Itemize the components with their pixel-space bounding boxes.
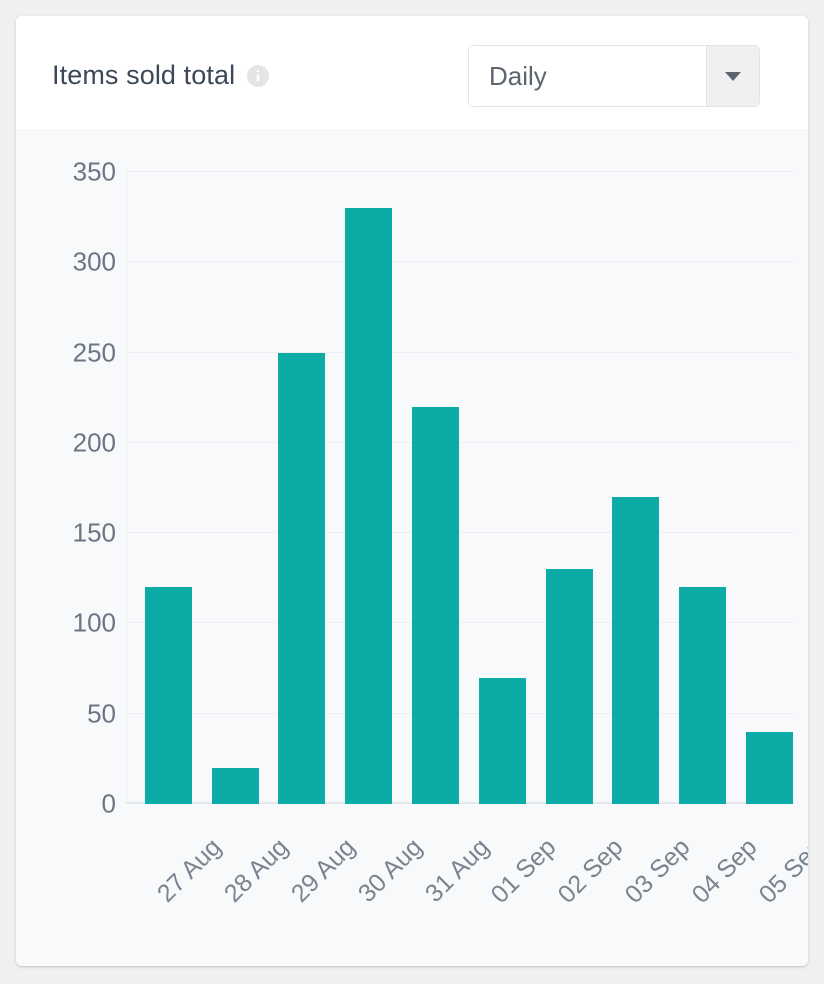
chart-area: 0 50 100 150 200 250 300 350 27 Aug 28 Aug 29 Aug… <box>16 131 808 965</box>
bar-slot <box>669 172 736 804</box>
bar-slot <box>736 172 803 804</box>
bar[interactable] <box>412 406 460 804</box>
x-axis-label-slot: 02 Sep <box>536 821 629 941</box>
y-axis-tick-label: 200 <box>72 427 116 458</box>
bar-slot <box>536 172 603 804</box>
y-axis-tick-label: 150 <box>72 517 116 548</box>
info-icon[interactable] <box>247 64 270 87</box>
x-axis-labels: 27 Aug 28 Aug 29 Aug 30 Aug 31 Aug 01 Sep 02 S… <box>126 821 808 941</box>
bar[interactable] <box>612 497 660 804</box>
bar[interactable] <box>478 677 526 804</box>
x-axis-label-slot: 31 Aug <box>402 821 494 941</box>
x-axis-label-slot: 29 Aug <box>269 821 361 941</box>
x-axis-label-slot: 05 Sep <box>736 821 808 941</box>
y-axis-tick-label: 50 <box>87 698 116 729</box>
bar-slot <box>135 172 202 804</box>
bar-slot <box>269 172 336 804</box>
bar-slot <box>603 172 670 804</box>
bar-slot <box>335 172 402 804</box>
x-axis-label-slot: 27 Aug <box>135 821 227 941</box>
bar-slot <box>402 172 469 804</box>
page-title: Items sold total <box>52 60 236 90</box>
y-axis-tick-label: 350 <box>72 156 116 187</box>
x-axis-label-slot: 03 Sep <box>603 821 696 941</box>
period-select[interactable]: Daily <box>468 45 760 107</box>
chevron-down-icon[interactable] <box>706 46 759 106</box>
bar[interactable] <box>545 569 593 804</box>
x-axis-label-slot: 04 Sep <box>669 821 762 941</box>
x-axis-label-slot: 30 Aug <box>335 821 428 941</box>
card-header: Items sold total Daily <box>16 16 808 131</box>
bar-series <box>126 172 794 804</box>
items-sold-total-card: Items sold total Daily 0 50 100 150 200 250 30… <box>16 16 808 966</box>
x-axis-tick-label: 05 Sep <box>753 833 808 909</box>
bar[interactable] <box>211 767 259 804</box>
bar-slot <box>202 172 269 804</box>
bar[interactable] <box>345 208 393 804</box>
y-axis-tick-label: 0 <box>101 788 116 819</box>
y-axis-tick-label: 100 <box>72 607 116 638</box>
bar[interactable] <box>746 731 794 804</box>
bar-slot <box>469 172 536 804</box>
chart-plot: 0 50 100 150 200 250 300 350 <box>73 157 794 819</box>
bar[interactable] <box>278 352 326 804</box>
x-axis-label-slot: 01 Sep <box>469 821 562 941</box>
bar[interactable] <box>679 587 727 804</box>
x-axis-label-slot: 28 Aug <box>202 821 294 941</box>
bar[interactable] <box>144 587 192 804</box>
y-axis-tick-label: 300 <box>72 246 116 277</box>
card-title-group: Items sold total <box>52 60 270 91</box>
period-select-value[interactable]: Daily <box>469 46 706 106</box>
y-axis-tick-label: 250 <box>72 337 116 368</box>
